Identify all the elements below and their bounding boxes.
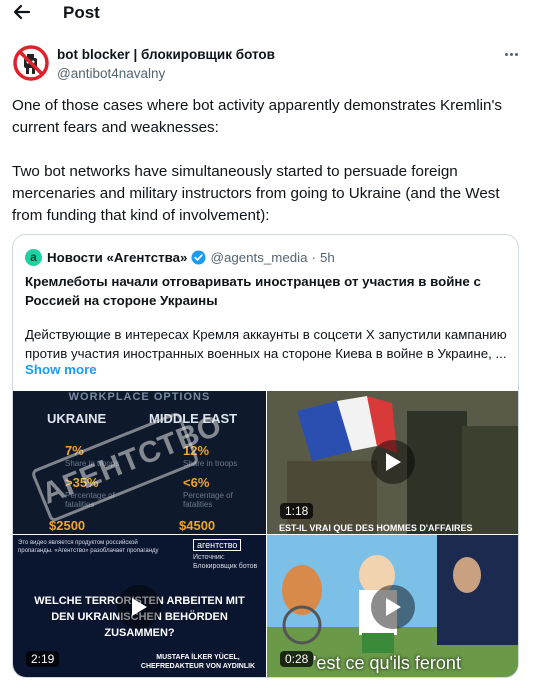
author-name[interactable]: bot blocker | блокировщик ботов — [57, 47, 275, 62]
verified-badge-icon — [191, 249, 206, 265]
quoted-post-header: a Новости «Агентства» @agents_media · 5h — [25, 248, 335, 266]
infographic-header: WORKPLACE OPTIONS — [68, 391, 211, 403]
separator-dot: · — [311, 249, 316, 265]
play-icon[interactable] — [117, 585, 161, 629]
quoted-author-name[interactable]: Новости «Агентства» — [47, 250, 187, 265]
video-duration: 2:19 — [26, 651, 60, 667]
quoted-timestamp[interactable]: 5h — [320, 250, 335, 265]
quoted-title: Кремлеботы начали отговаривать иностранц… — [25, 274, 481, 308]
media-video-3[interactable]: 0:28 'est ce qu'ils feront — [267, 535, 518, 677]
video-duration: 0:28 — [280, 651, 314, 667]
post-text: One of those cases where bot activity ap… — [12, 95, 517, 227]
play-icon[interactable] — [371, 440, 415, 484]
media-video-1[interactable]: 1:18 EST-IL VRAI QUE DES HOMMES D'AFFAIR… — [267, 391, 518, 534]
quoted-avatar[interactable]: a — [25, 248, 42, 266]
agentstvo-logo: агентство — [193, 539, 242, 551]
right-stat-fatalities-label: Percentage of fatalities — [183, 491, 233, 509]
video-caption: 'est ce qu'ils feront — [313, 653, 461, 673]
author-handle[interactable]: @antibot4navalny — [57, 66, 165, 81]
arrow-left-icon[interactable] — [12, 2, 32, 22]
page-title: Post — [63, 3, 100, 22]
post-header: Post — [0, 0, 533, 32]
post-paragraph: One of those cases where bot activity ap… — [12, 97, 502, 136]
more-options-icon[interactable] — [501, 44, 521, 64]
play-icon[interactable] — [371, 585, 415, 629]
quoted-author-handle[interactable]: @agents_media — [210, 250, 307, 265]
quoted-post[interactable]: a Новости «Агентства» @agents_media · 5h… — [12, 234, 519, 678]
right-stat-fatalities: <6% — [183, 475, 210, 490]
infographic-left-column: UKRAINE — [47, 411, 107, 426]
video-credit: MUSTAFA İLKER YÜCEL, CHEFREDAKTEUR VON A… — [140, 654, 256, 670]
video-source: Источник: Блокировщик ботов — [193, 554, 258, 570]
media-infographic[interactable]: WORKPLACE OPTIONS UKRAINE MIDDLE EAST 7%… — [13, 391, 266, 534]
propaganda-warning: Это видео является продуктом российской … — [18, 540, 159, 554]
video-caption: EST-IL VRAI QUE DES HOMMES D'AFFAIRES — [279, 523, 473, 533]
quoted-body: Действующие в интересах Кремля аккаунты … — [25, 327, 507, 361]
post-paragraph: Two bot networks have simultaneously sta… — [12, 163, 500, 224]
right-stat-pay: $4500 — [179, 518, 216, 533]
author-avatar[interactable] — [12, 44, 50, 82]
no-bots-icon — [12, 44, 50, 82]
video-duration: 1:18 — [280, 503, 314, 519]
media-video-2[interactable]: Это видео является продуктом российской … — [13, 535, 266, 677]
show-more-link[interactable]: Show more — [25, 362, 97, 377]
